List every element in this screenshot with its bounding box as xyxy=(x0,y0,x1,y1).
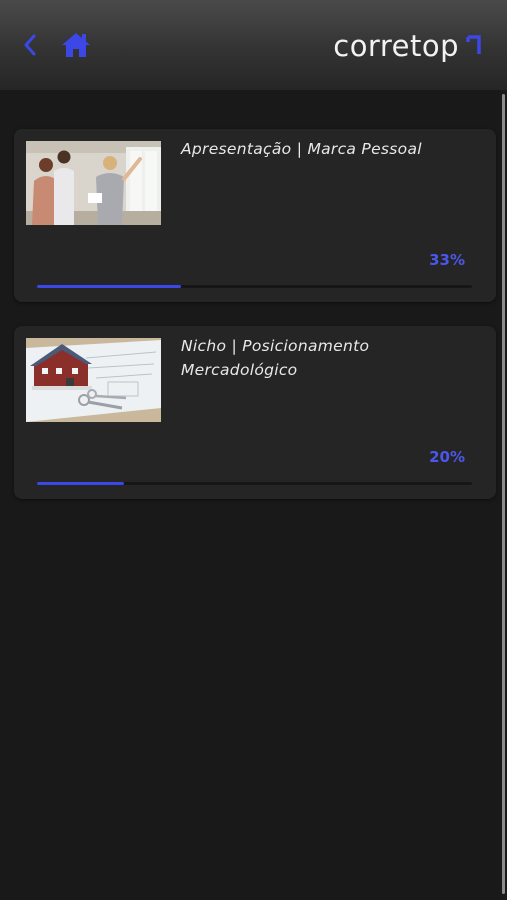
course-card[interactable]: Nicho | Posicionamento Mercadológico 20% xyxy=(14,326,496,499)
course-title: Apresentação | Marca Pessoal xyxy=(181,140,422,158)
chevron-left-icon xyxy=(24,34,36,56)
progress-percent: 20% xyxy=(429,448,465,466)
progress-bar-fill xyxy=(37,285,181,288)
scrollbar[interactable] xyxy=(502,94,505,894)
progress-bar xyxy=(37,285,472,288)
course-thumbnail xyxy=(26,141,161,225)
progress-bar xyxy=(37,482,472,485)
course-card[interactable]: Apresentação | Marca Pessoal 33% xyxy=(14,129,496,302)
top-bar: corretop xyxy=(0,0,507,90)
brand-logo-text: corretop xyxy=(333,29,459,63)
app-screen: corretop Apresentação | Marca Pessoal 33… xyxy=(0,0,507,900)
brand-logo: corretop xyxy=(333,28,483,64)
logo-arrow-icon xyxy=(466,35,481,54)
progress-bar-fill xyxy=(37,482,124,485)
home-button[interactable] xyxy=(60,30,92,60)
home-icon xyxy=(62,33,90,57)
course-title: Nicho | Posicionamento Mercadológico xyxy=(181,337,370,379)
course-thumbnail xyxy=(26,338,161,422)
course-list: Apresentação | Marca Pessoal 33% Nicho |… xyxy=(14,129,496,523)
progress-percent: 33% xyxy=(429,251,465,269)
back-button[interactable] xyxy=(18,30,42,60)
